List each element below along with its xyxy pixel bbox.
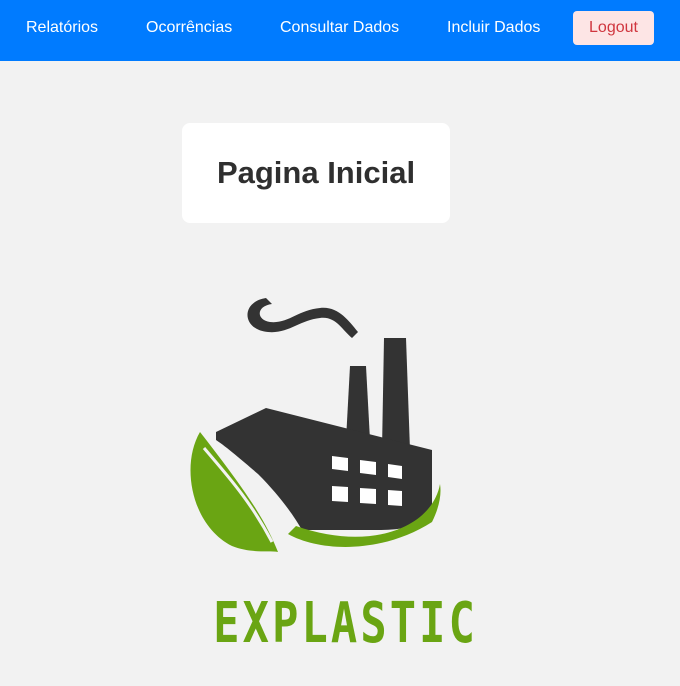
nav-consultar-dados[interactable]: Consultar Dados (280, 0, 399, 55)
nav-incluir-dados[interactable]: Incluir Dados (447, 0, 540, 55)
page-title: Pagina Inicial (216, 155, 416, 190)
explastic-logo: EXPLASTIC (170, 290, 479, 660)
nav-ocorrencias[interactable]: Ocorrências (146, 0, 232, 55)
top-navbar: Relatórios Ocorrências Consultar Dados I… (0, 0, 680, 61)
logo-text: EXPLASTIC (213, 591, 479, 656)
nav-relatorios[interactable]: Relatórios (26, 0, 98, 55)
logout-button[interactable]: Logout (573, 11, 654, 45)
page-title-card: Pagina Inicial (182, 123, 450, 223)
